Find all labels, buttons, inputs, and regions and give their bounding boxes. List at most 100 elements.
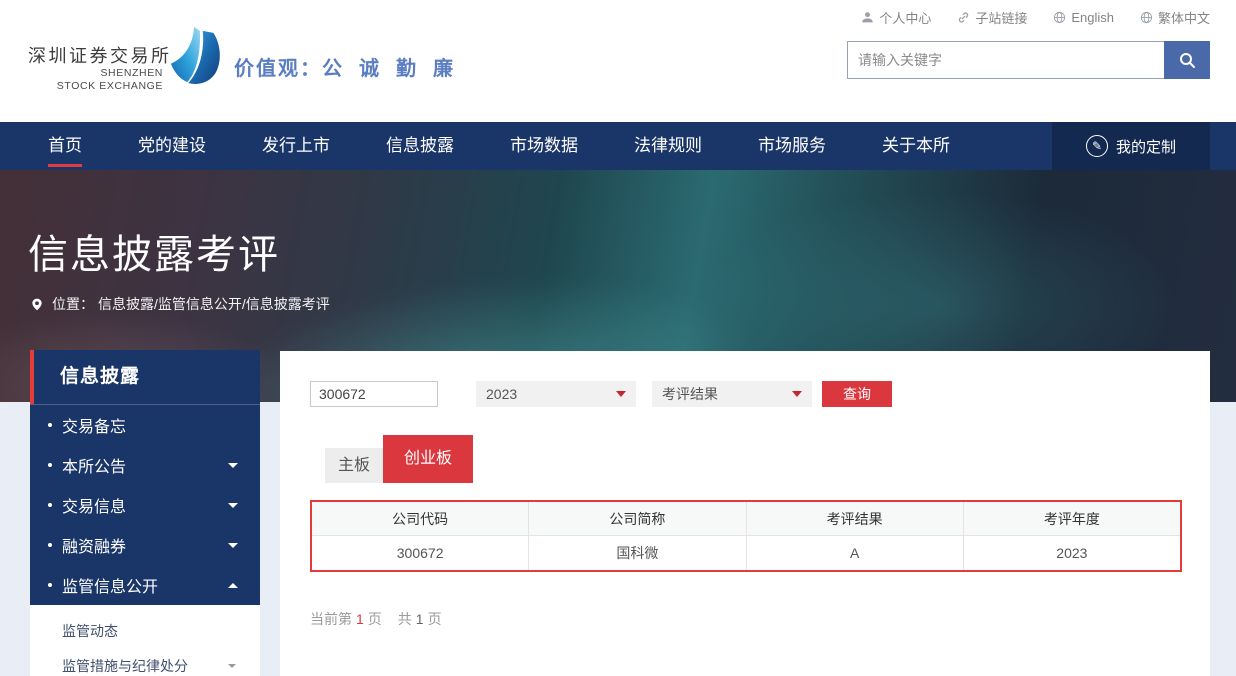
pagination-text: 当前第	[310, 611, 352, 627]
result-select[interactable]: 考评结果	[652, 381, 812, 407]
chevron-down-icon	[228, 543, 238, 548]
table-cell: 300672	[312, 536, 528, 570]
bullet-icon	[48, 463, 52, 467]
main-nav: 首页 党的建设 发行上市 信息披露 市场数据 法律规则 市场服务 关于本所 ✎ 我的定制	[0, 122, 1236, 170]
top-link-label: English	[1071, 10, 1114, 25]
nav-item[interactable]: 法律规则	[634, 122, 702, 170]
breadcrumb: 位置：信息披露/监管信息公开/信息披露考评	[30, 294, 330, 314]
chevron-down-icon	[228, 503, 238, 508]
bullet-icon	[48, 423, 52, 427]
company-code-input[interactable]	[310, 381, 438, 407]
chevron-up-icon	[228, 583, 238, 588]
sidebar-subitem[interactable]: 监管措施与纪律处分	[30, 648, 260, 676]
table-cell: 2023	[963, 536, 1180, 570]
globe-icon	[1140, 11, 1153, 24]
table-header-cell: 考评结果	[746, 502, 963, 536]
keyword-search-input[interactable]	[847, 41, 1164, 79]
total-page-number: 1	[416, 611, 424, 627]
sidebar-submenu: 监管动态监管措施与纪律处分	[30, 605, 260, 676]
top-links: 个人中心 子站链接 English 繁体中文	[861, 8, 1210, 27]
result-table: 公司代码公司简称考评结果考评年度 300672国科微A2023	[310, 500, 1182, 572]
logo-en-line2: STOCK EXCHANGE	[8, 80, 163, 93]
table-row: 300672国科微A2023	[312, 536, 1180, 570]
page: 深圳证券交易所 SHENZHEN STOCK EXCHANGE 价值观：公 诚 …	[0, 0, 1236, 676]
tab-active[interactable]: 创业板	[383, 435, 473, 483]
pagination-text: 页	[428, 611, 442, 627]
result-select-value: 考评结果	[662, 386, 718, 402]
pagination-text: 共	[398, 611, 412, 627]
nav-item[interactable]: 市场服务	[758, 122, 826, 170]
site-search	[847, 41, 1210, 79]
table-cell: 国科微	[528, 536, 745, 570]
current-page-number: 1	[356, 611, 364, 627]
top-link[interactable]: English	[1053, 10, 1114, 25]
top-link[interactable]: 个人中心	[861, 8, 931, 27]
sidebar-item-label: 融资融券	[62, 533, 228, 557]
nav-item[interactable]: 首页	[48, 122, 82, 170]
sidebar-subitem[interactable]: 监管动态	[30, 613, 260, 648]
logo-en-line1: SHENZHEN	[8, 67, 163, 80]
sidebar-item-label: 本所公告	[62, 453, 228, 477]
magnifier-icon	[1178, 51, 1196, 69]
sidebar-item[interactable]: 本所公告	[30, 445, 260, 485]
bullet-icon	[48, 503, 52, 507]
nav-items: 首页 党的建设 发行上市 信息披露 市场数据 法律规则 市场服务 关于本所	[0, 122, 1236, 170]
top-link-label: 子站链接	[975, 8, 1027, 27]
table-header-cell: 公司代码	[312, 502, 528, 536]
top-link-label: 个人中心	[879, 8, 931, 27]
pagination-text: 页	[368, 611, 382, 627]
table-body: 300672国科微A2023	[312, 536, 1180, 570]
sidebar: 信息披露 交易备忘本所公告交易信息融资融券监管信息公开 监管动态监管措施与纪律处…	[30, 350, 260, 676]
my-customization-label: 我的定制	[1116, 136, 1176, 157]
table-header-cell: 公司简称	[528, 502, 745, 536]
sidebar-title: 信息披露	[30, 350, 260, 404]
table-header-cell: 考评年度	[963, 502, 1180, 536]
sidebar-item-label: 交易信息	[62, 493, 228, 517]
year-select-value: 2023	[486, 386, 517, 402]
bullet-icon	[48, 583, 52, 587]
sidebar-item[interactable]: 监管信息公开	[30, 565, 260, 605]
breadcrumb-path[interactable]: 信息披露/监管信息公开/信息披露考评	[98, 294, 330, 314]
chevron-down-icon	[228, 463, 238, 468]
user-icon	[861, 11, 874, 24]
chevron-down-icon	[228, 664, 236, 668]
search-button[interactable]	[1164, 41, 1210, 79]
chevron-down-icon	[616, 391, 626, 397]
top-header: 深圳证券交易所 SHENZHEN STOCK EXCHANGE 价值观：公 诚 …	[0, 0, 1236, 122]
sse-logo-icon[interactable]	[168, 24, 224, 93]
breadcrumb-label: 位置：	[52, 294, 94, 314]
sidebar-menu: 交易备忘本所公告交易信息融资融券监管信息公开	[30, 404, 260, 605]
location-pin-icon	[30, 296, 44, 313]
page-title: 信息披露考评	[28, 222, 280, 280]
year-select[interactable]: 2023	[476, 381, 636, 407]
sidebar-item[interactable]: 交易备忘	[30, 405, 260, 445]
bullet-icon	[48, 543, 52, 547]
sidebar-subitem-label: 监管措施与纪律处分	[62, 656, 228, 676]
logo-cn-text[interactable]: 深圳证券交易所	[28, 42, 172, 68]
pagination: 当前第1页共1页	[310, 609, 446, 629]
sidebar-subitem-label: 监管动态	[62, 621, 236, 641]
values-tagline: 价值观：公 诚 勤 廉	[234, 52, 455, 81]
chevron-down-icon	[792, 391, 802, 397]
query-button[interactable]: 查询	[822, 381, 892, 407]
tab-inactive[interactable]: 主板	[325, 448, 383, 483]
nav-item[interactable]: 关于本所	[882, 122, 950, 170]
globe-icon	[1053, 11, 1066, 24]
top-link-label: 繁体中文	[1158, 8, 1210, 27]
top-link[interactable]: 子站链接	[957, 8, 1027, 27]
link-icon	[957, 11, 970, 24]
nav-item[interactable]: 发行上市	[262, 122, 330, 170]
sidebar-item-label: 交易备忘	[62, 413, 238, 437]
top-link[interactable]: 繁体中文	[1140, 8, 1210, 27]
table-cell: A	[746, 536, 963, 570]
my-customization-button[interactable]: ✎ 我的定制	[1052, 122, 1210, 170]
nav-item[interactable]: 信息披露	[386, 122, 454, 170]
logo-en-text: SHENZHEN STOCK EXCHANGE	[8, 67, 163, 93]
nav-item[interactable]: 党的建设	[138, 122, 206, 170]
table-header-row: 公司代码公司简称考评结果考评年度	[312, 502, 1180, 536]
nav-item[interactable]: 市场数据	[510, 122, 578, 170]
sidebar-item[interactable]: 交易信息	[30, 485, 260, 525]
customize-pencil-icon: ✎	[1086, 135, 1108, 157]
sidebar-item[interactable]: 融资融券	[30, 525, 260, 565]
sidebar-item-label: 监管信息公开	[62, 573, 228, 597]
